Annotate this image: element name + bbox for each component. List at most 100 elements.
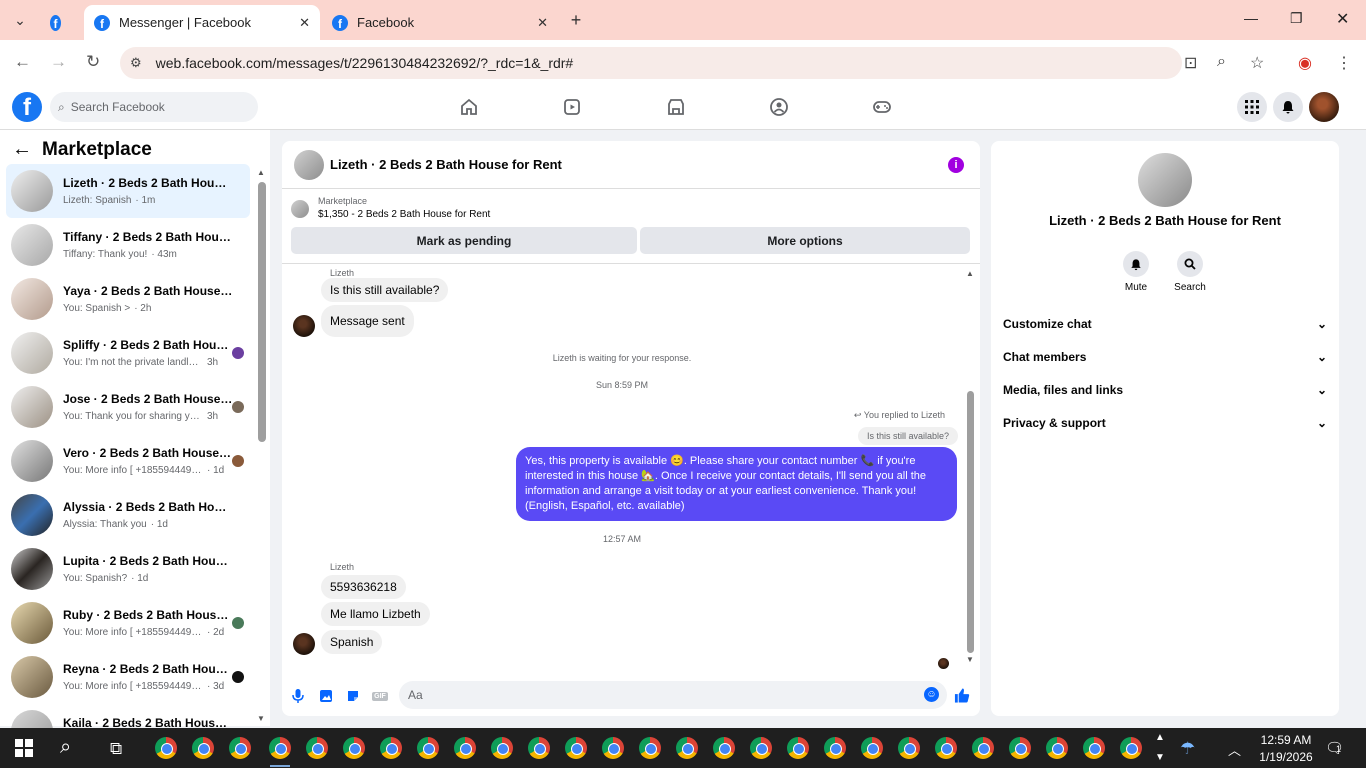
apps-menu-icon[interactable] [1237,92,1267,122]
privacy-support-row[interactable]: Privacy & support ⌄ [1003,416,1327,430]
search-input[interactable]: Search Facebook [71,100,165,114]
tray-chevron-up-icon[interactable]: ︿ [1228,740,1241,759]
chrome-app-icon[interactable] [1046,737,1068,759]
tab-messenger[interactable]: f Messenger | Facebook ✕ [84,5,320,40]
chrome-app-icon[interactable] [1120,737,1142,759]
gif-icon[interactable]: GIF [372,688,388,704]
search-icon[interactable]: ⌕ [60,736,71,759]
chrome-app-icon[interactable] [454,737,476,759]
tab-search-chevron-icon[interactable]: ⌄ [8,8,32,32]
window-close-icon[interactable]: ✕ [1336,9,1349,29]
gaming-icon[interactable] [871,96,893,118]
notifications-bell-icon[interactable] [1273,92,1303,122]
windows-start-icon[interactable] [15,739,33,757]
zoom-icon[interactable]: ⌕ [1217,53,1226,71]
conversation-item[interactable]: Ruby · 2 Beds 2 Bath House for Rent You:… [6,596,250,650]
incoming-message[interactable]: Me llamo Lizbeth [321,602,430,626]
taskbar-scroll-down-icon[interactable]: ▼ [1155,752,1165,763]
conversation-item[interactable]: Alyssia · 2 Beds 2 Bath House for Rent A… [6,488,250,542]
scroll-up-icon[interactable]: ▲ [966,269,974,278]
chrome-app-icon[interactable] [229,737,251,759]
chrome-app-icon[interactable] [491,737,513,759]
listing-banner[interactable]: Marketplace $1,350 - 2 Beds 2 Bath House… [291,196,490,220]
close-tab-icon[interactable]: ✕ [299,15,310,31]
reload-icon[interactable]: ↻ [86,52,100,72]
chrome-app-icon[interactable] [269,737,291,759]
chrome-app-icon[interactable] [1009,737,1031,759]
chat-scroll-thumb[interactable] [967,391,974,653]
conversation-item[interactable]: Tiffany · 2 Beds 2 Bath House for Rent T… [6,218,250,272]
back-arrow-icon[interactable]: ← [12,138,32,161]
conversation-item[interactable]: Vero · 2 Beds 2 Bath House for Rent You:… [6,434,250,488]
chrome-app-icon[interactable] [602,737,624,759]
outgoing-message[interactable]: Yes, this property is available 😊. Pleas… [516,447,957,521]
profile-icon[interactable]: ◉ [1298,53,1312,73]
photo-icon[interactable] [318,688,334,704]
minimize-icon[interactable]: — [1244,10,1258,26]
mute-button[interactable]: Mute [1116,251,1156,293]
details-avatar[interactable] [1138,153,1192,207]
install-app-icon[interactable]: ⊡ [1184,53,1197,73]
back-icon[interactable]: ← [14,52,31,72]
conversation-item[interactable]: Yaya · 2 Beds 2 Bath House for Rent You:… [6,272,250,326]
chrome-app-icon[interactable] [935,737,957,759]
chrome-app-icon[interactable] [192,737,214,759]
site-info-icon[interactable]: ⚙ [130,55,142,71]
incoming-message[interactable]: 5593636218 [321,575,406,599]
tab-facebook-pinned[interactable]: f [40,5,80,40]
conversation-item[interactable]: Spliffy · 2 Beds 2 Bath House for Rent Y… [6,326,250,380]
chrome-app-icon[interactable] [1083,737,1105,759]
home-icon[interactable] [458,96,480,118]
address-bar[interactable]: ⚙ web.facebook.com/messages/t/2296130484… [120,47,1182,79]
scroll-up-icon[interactable]: ▲ [257,168,265,177]
microphone-icon[interactable] [290,688,306,704]
mark-pending-button[interactable]: Mark as pending [291,227,637,254]
chrome-app-icon[interactable] [380,737,402,759]
chrome-app-icon[interactable] [565,737,587,759]
facebook-search[interactable]: ⌕ Search Facebook [50,92,258,122]
chrome-app-icon[interactable] [417,737,439,759]
incoming-message[interactable]: Spanish [321,630,383,654]
media-files-links-row[interactable]: Media, files and links ⌄ [1003,383,1327,397]
scroll-down-icon[interactable]: ▼ [966,655,974,664]
chat-members-row[interactable]: Chat members ⌄ [1003,350,1327,364]
restore-icon[interactable]: ❐ [1290,10,1303,27]
facebook-logo-icon[interactable]: f [12,92,42,122]
chrome-app-icon[interactable] [972,737,994,759]
reels-icon[interactable] [561,96,583,118]
scroll-down-icon[interactable]: ▼ [257,714,265,723]
emoji-icon[interactable]: ☺ [924,687,939,702]
new-tab-icon[interactable]: + [564,8,588,32]
taskbar-scroll-up-icon[interactable]: ▲ [1155,732,1165,743]
quoted-message[interactable]: Is this still available? [857,427,958,445]
chat-title[interactable]: Lizeth · 2 Beds 2 Bath House for Rent [330,157,562,172]
conversation-item[interactable]: Reyna · 2 Beds 2 Bath House for Rent You… [6,650,250,704]
incoming-message[interactable]: Message sent [321,305,414,337]
notification-center-icon[interactable]: 🗨 1 [1325,739,1344,757]
close-tab-icon[interactable]: ✕ [537,15,548,31]
message-input[interactable]: Aa ☺ [399,681,947,709]
marketplace-icon[interactable] [665,96,687,118]
sticker-icon[interactable] [345,688,361,704]
thumbs-up-icon[interactable] [954,687,970,703]
customize-chat-row[interactable]: Customize chat ⌄ [1003,317,1327,331]
incoming-message[interactable]: Is this still available? [321,278,449,302]
more-options-button[interactable]: More options [640,227,970,254]
browser-menu-icon[interactable]: ⋮ [1336,53,1352,73]
conversation-item[interactable]: Jose · 2 Beds 2 Bath House for Rent You:… [6,380,250,434]
chrome-app-icon[interactable] [528,737,550,759]
conversation-item[interactable]: Lupita · 2 Beds 2 Bath House for Rent Yo… [6,542,250,596]
tab-facebook[interactable]: f Facebook ✕ [322,5,558,40]
chrome-app-icon[interactable] [787,737,809,759]
chrome-app-icon[interactable] [861,737,883,759]
sidebar-scroll-thumb[interactable] [258,182,266,442]
chrome-app-icon[interactable] [713,737,735,759]
bookmark-star-icon[interactable]: ☆ [1250,53,1264,73]
chrome-app-icon[interactable] [824,737,846,759]
groups-icon[interactable] [768,96,790,118]
weather-umbrella-icon[interactable]: ☂ [1180,739,1195,759]
chat-avatar[interactable] [294,149,324,180]
info-icon[interactable]: i [948,157,964,173]
chrome-app-icon[interactable] [676,737,698,759]
chrome-app-icon[interactable] [343,737,365,759]
